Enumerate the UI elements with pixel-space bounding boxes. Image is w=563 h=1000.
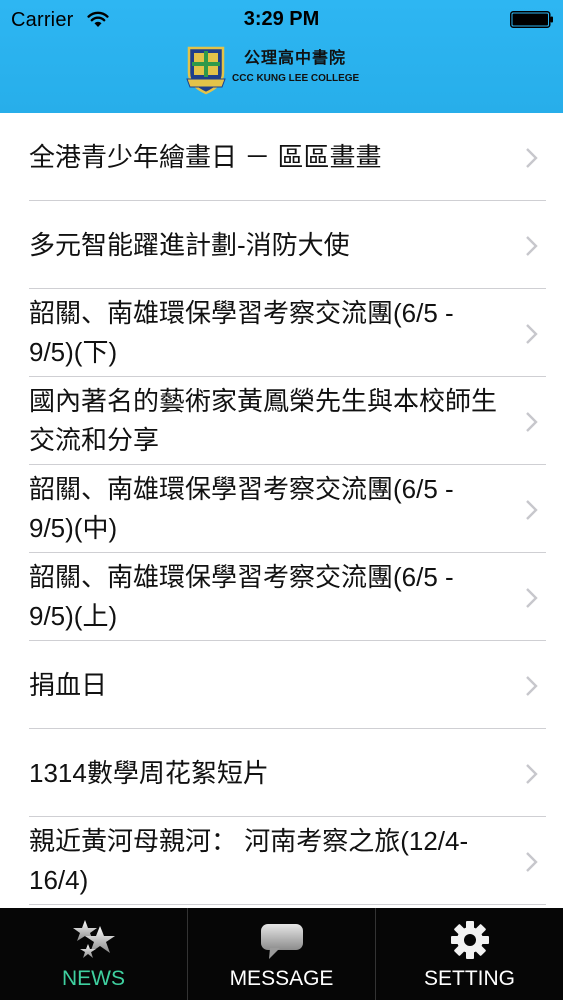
stars-icon [72, 920, 115, 958]
news-item-title: 捐血日 [29, 669, 108, 700]
school-logo: 公理高中書院 CCC KUNG LEE COLLEGE [186, 45, 386, 97]
news-item-title: 1314數學周花絮短片 [29, 757, 269, 788]
news-item-title: 全港青少年繪畫日 － 區區畫畫 [29, 141, 382, 172]
chevron-right-icon [526, 676, 538, 696]
speech-bubble-icon [260, 924, 303, 959]
news-item[interactable]: 全港青少年繪畫日 － 區區畫畫 [0, 113, 563, 201]
chevron-right-icon [526, 852, 538, 872]
status-bar: Carrier 3:29 PM [0, 0, 563, 40]
news-item-title: 親近黃河母親河： 河南考察之旅(12/4-16/4) [29, 826, 469, 895]
school-name: 公理高中書院 [244, 50, 347, 67]
news-item[interactable]: 多元智能躍進計劃-消防大使 [0, 201, 563, 289]
battery-icon [510, 11, 553, 28]
tab-setting-label: SETTING [423, 967, 515, 990]
news-item-title: 韶關、南雄環保學習考察交流團(6/5 - 9/5)(中) [29, 474, 454, 543]
news-item-title: 韶關、南雄環保學習考察交流團(6/5 - 9/5)(下) [29, 298, 454, 367]
tab-bar: NEWS MESSAGE SETTING [0, 908, 563, 1000]
chevron-right-icon [526, 500, 538, 520]
tab-news-label: NEWS [62, 967, 125, 990]
news-list: 全港青少年繪畫日 － 區區畫畫 多元智能躍進計劃-消防大使 韶關、南雄環保學習考… [0, 113, 563, 908]
tab-setting[interactable]: SETTING [375, 908, 563, 1000]
news-item[interactable]: 親近黃河母親河： 河南考察之旅(12/4-16/4) [0, 817, 563, 905]
chevron-right-icon [526, 764, 538, 784]
tab-message[interactable]: MESSAGE [187, 908, 375, 1000]
tab-news[interactable]: NEWS [0, 908, 187, 1000]
school-name-english: CCC KUNG LEE COLLEGE [232, 73, 360, 84]
news-item-title: 多元智能躍進計劃-消防大使 [29, 229, 350, 260]
gear-icon [450, 921, 489, 959]
news-item[interactable]: 1314數學周花絮短片 [0, 729, 563, 817]
chevron-right-icon [526, 148, 538, 168]
news-item[interactable]: 韶關、南雄環保學習考察交流團(6/5 - 9/5)(中) [0, 465, 563, 553]
news-item-title: 國內著名的藝術家黃鳳榮先生與本校師生交流和分享 [29, 386, 498, 455]
news-item[interactable]: 韶關、南雄環保學習考察交流團(6/5 - 9/5)(下) [0, 289, 563, 377]
chevron-right-icon [526, 412, 538, 432]
chevron-right-icon [526, 236, 538, 256]
news-item-title: 韶關、南雄環保學習考察交流團(6/5 - 9/5)(上) [29, 562, 454, 631]
news-item[interactable]: 國內著名的藝術家黃鳳榮先生與本校師生交流和分享 [0, 377, 563, 465]
chevron-right-icon [526, 324, 538, 344]
app-header: Carrier 3:29 PM 公理高中書院 CCC KUNG LEE COLL… [0, 0, 563, 113]
news-item[interactable]: 捐血日 [0, 641, 563, 729]
school-crest-icon [186, 46, 226, 95]
chevron-right-icon [526, 588, 538, 608]
tab-message-label: MESSAGE [229, 967, 334, 990]
news-item[interactable]: 韶關、南雄環保學習考察交流團(6/5 - 9/5)(上) [0, 553, 563, 641]
status-time: 3:29 PM [243, 8, 320, 30]
